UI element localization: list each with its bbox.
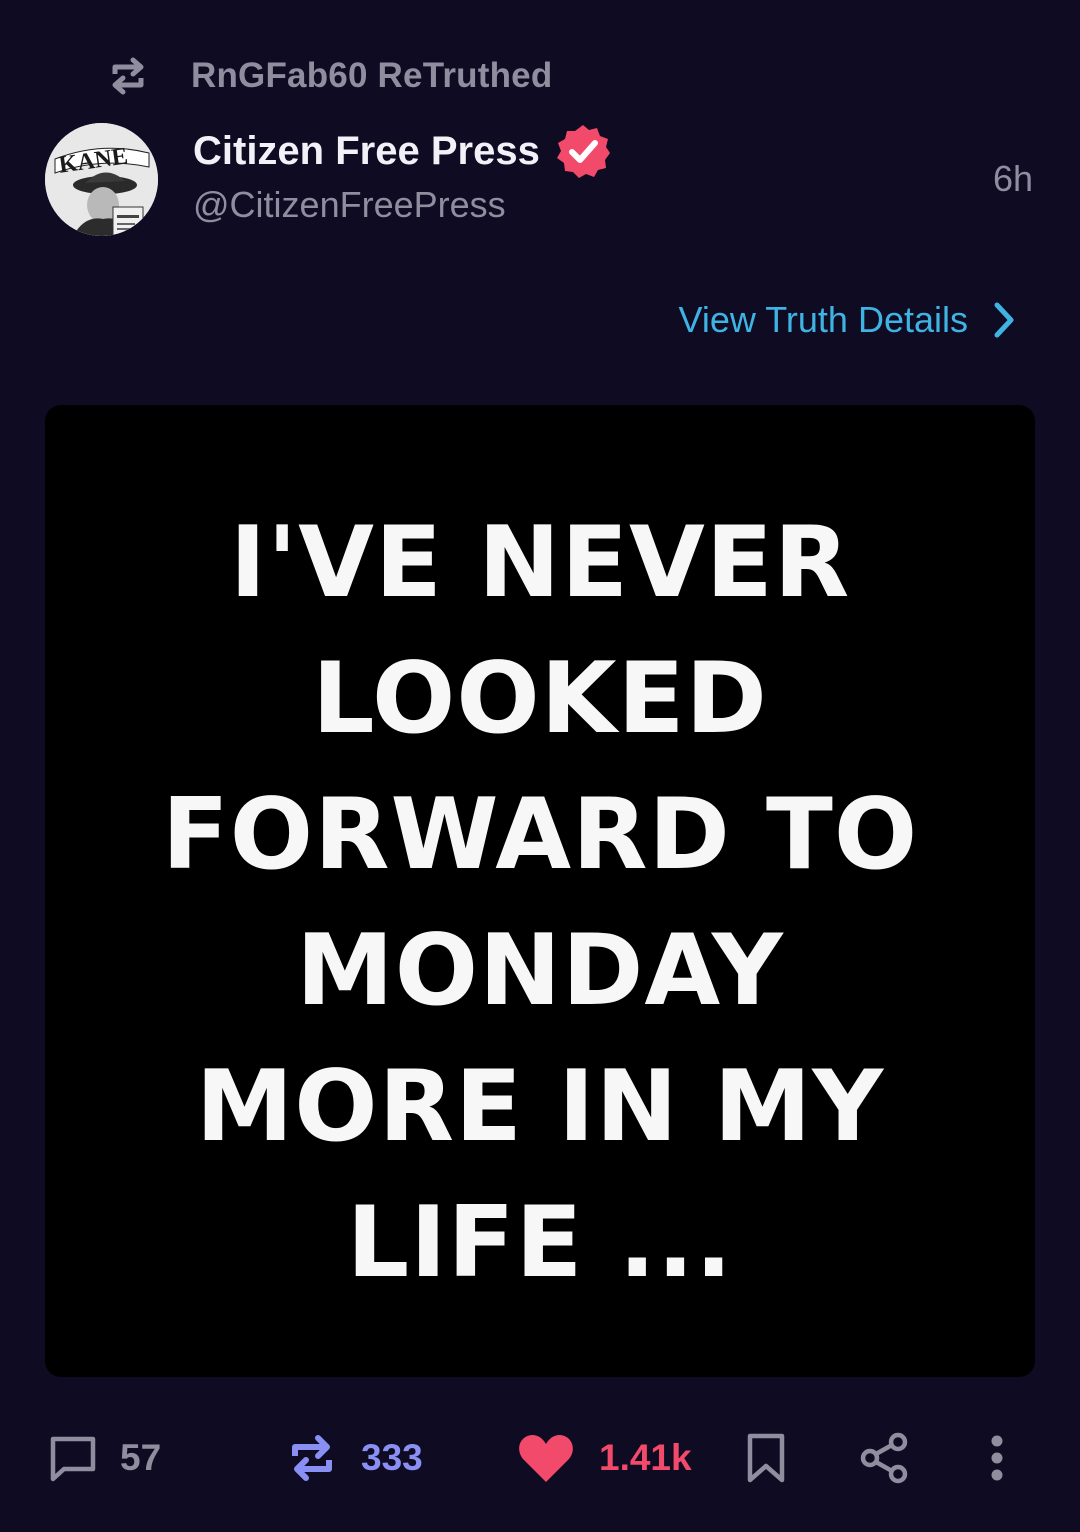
- bookmark-icon: [744, 1432, 788, 1484]
- retruth-count: 333: [361, 1437, 423, 1478]
- image-text-line: MORE IN MY: [195, 1050, 885, 1164]
- post-image[interactable]: I'VE NEVER LOOKED FORWARD TO MONDAY MORE…: [45, 405, 1035, 1377]
- retruth-icon: [106, 54, 150, 98]
- image-text-line: MONDAY: [296, 914, 784, 1028]
- post-timestamp: 6h: [992, 158, 1033, 199]
- share-button[interactable]: [860, 1420, 910, 1496]
- image-text-line: FORWARD TO: [161, 778, 919, 892]
- bookmark-button[interactable]: [744, 1420, 788, 1496]
- retruth-icon: [287, 1432, 337, 1484]
- action-bar: 57 333 1.41k: [0, 1420, 1080, 1496]
- retruth-button[interactable]: 333: [287, 1420, 423, 1496]
- avatar[interactable]: KANE: [45, 123, 158, 236]
- author-name[interactable]: Citizen Free Press: [193, 129, 540, 174]
- share-icon: [860, 1432, 910, 1484]
- image-text-line: LOOKED: [312, 642, 768, 756]
- reply-count: 57: [120, 1437, 162, 1478]
- reply-button[interactable]: 57: [48, 1420, 161, 1496]
- like-count: 1.41k: [599, 1437, 692, 1478]
- more-vertical-icon: [982, 1432, 1012, 1484]
- comment-icon: [48, 1433, 98, 1483]
- retruth-indicator: RnGFab60 ReTruthed: [106, 50, 552, 102]
- author-name-row: Citizen Free Press: [193, 122, 612, 180]
- like-button[interactable]: 1.41k: [517, 1420, 692, 1496]
- author-handle[interactable]: @CitizenFreePress: [193, 184, 506, 226]
- verified-badge-icon: [554, 122, 612, 180]
- view-truth-details-link[interactable]: View Truth Details: [679, 294, 1018, 346]
- heart-icon: [517, 1432, 575, 1484]
- truth-post: RnGFab60 ReTruthed KANE Citizen Free Pre…: [0, 0, 1080, 1532]
- image-text-line: LIFE ...: [346, 1186, 734, 1300]
- image-text: I'VE NEVER LOOKED FORWARD TO MONDAY MORE…: [45, 495, 1035, 1311]
- more-options-button[interactable]: [982, 1420, 1012, 1496]
- view-truth-details-label: View Truth Details: [678, 299, 968, 340]
- retruth-text[interactable]: RnGFab60 ReTruthed: [191, 56, 552, 96]
- chevron-right-icon: [990, 300, 1018, 340]
- image-text-line: I'VE NEVER: [229, 506, 851, 620]
